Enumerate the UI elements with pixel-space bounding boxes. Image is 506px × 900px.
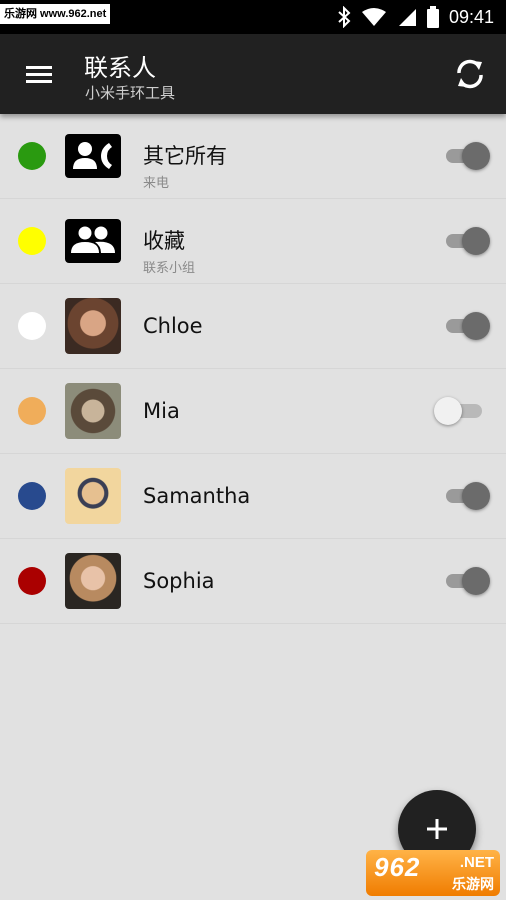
list-item[interactable]: Mia bbox=[0, 369, 506, 454]
watermark-logo: 962 .NET 乐游网 bbox=[366, 850, 500, 896]
contact-name: 收藏 bbox=[143, 229, 185, 253]
contact-name: 其它所有 bbox=[143, 144, 227, 168]
status-bar: 乐游网 www.962.net 09:41 bbox=[0, 0, 506, 34]
signal-icon bbox=[398, 9, 416, 26]
list-item[interactable]: 收藏 联系小组 bbox=[0, 199, 506, 284]
contact-name: Sophia bbox=[143, 569, 215, 593]
contact-name: Chloe bbox=[143, 314, 203, 338]
menu-button[interactable] bbox=[22, 60, 56, 88]
status-time: 09:41 bbox=[448, 6, 494, 27]
contact-toggle[interactable] bbox=[434, 397, 488, 425]
status-watermark: 乐游网 www.962.net bbox=[0, 4, 111, 24]
color-dot[interactable] bbox=[18, 482, 46, 510]
contacts-list: 其它所有 来电 收藏 联系小组 Chloe Mia Samantha Sophi… bbox=[0, 114, 506, 624]
color-dot[interactable] bbox=[18, 312, 46, 340]
list-item[interactable]: Samantha bbox=[0, 454, 506, 539]
color-dot[interactable] bbox=[18, 142, 46, 170]
avatar bbox=[65, 383, 121, 439]
group-icon bbox=[65, 219, 121, 263]
contact-toggle[interactable] bbox=[440, 482, 490, 510]
avatar bbox=[65, 468, 121, 524]
contact-toggle[interactable] bbox=[440, 567, 490, 595]
contact-toggle[interactable] bbox=[440, 142, 490, 170]
color-dot[interactable] bbox=[18, 397, 46, 425]
color-dot[interactable] bbox=[18, 227, 46, 255]
list-item[interactable]: 其它所有 来电 bbox=[0, 114, 506, 199]
avatar bbox=[65, 553, 121, 609]
color-dot[interactable] bbox=[18, 567, 46, 595]
sync-icon bbox=[457, 59, 483, 89]
contact-subtitle: 联系小组 bbox=[143, 261, 196, 276]
list-item[interactable]: Chloe bbox=[0, 284, 506, 369]
watermark-domain: .NET bbox=[459, 854, 494, 871]
contact-toggle[interactable] bbox=[440, 312, 490, 340]
contact-subtitle: 来电 bbox=[143, 176, 170, 191]
sync-button[interactable] bbox=[452, 56, 488, 92]
status-icons: 09:41 bbox=[337, 0, 494, 34]
wifi-icon bbox=[361, 8, 386, 26]
page-title: 联系人 bbox=[84, 54, 156, 82]
contact-toggle[interactable] bbox=[440, 227, 490, 255]
watermark-number: 962 bbox=[374, 852, 421, 882]
avatar bbox=[65, 298, 121, 354]
app-bar: 联系人 小米手环工具 bbox=[0, 34, 506, 114]
list-item[interactable]: Sophia bbox=[0, 539, 506, 624]
bluetooth-icon bbox=[338, 6, 351, 28]
page-subtitle: 小米手环工具 bbox=[85, 84, 176, 102]
contact-name: Mia bbox=[143, 399, 180, 423]
menu-icon bbox=[26, 66, 52, 83]
battery-icon bbox=[426, 6, 439, 28]
contact-name: Samantha bbox=[143, 484, 251, 508]
incoming-call-group-icon bbox=[65, 134, 121, 178]
watermark-brand: 乐游网 bbox=[452, 877, 494, 893]
